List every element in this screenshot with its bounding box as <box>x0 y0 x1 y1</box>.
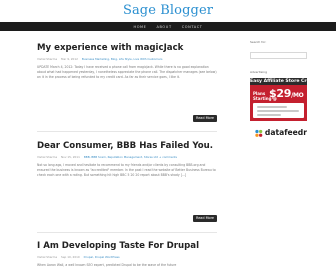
post-title[interactable]: My experience with magicJack <box>37 43 217 54</box>
post-meta: Vishal Sharma Nov 15, 2011 BBB, BBB Scam… <box>37 155 217 159</box>
datafeedr-logo-icon <box>255 129 263 137</box>
site-title[interactable]: Sage Blogger <box>0 0 336 22</box>
post-title[interactable]: I Am Developing Taste For Drupal <box>37 241 217 252</box>
sidebar: Search for: Advertising Easy Affiliate S… <box>250 40 307 146</box>
post-meta: Vishal Sharma Mar 9, 2012 Business Marke… <box>37 57 217 61</box>
site-header: Sage Blogger <box>0 0 336 22</box>
post-categories[interactable]: BBB, BBB Scam, Reputation Management, St… <box>84 155 177 159</box>
ad-banner[interactable]: Easy Affiliate Store Creation! Plans Sta… <box>250 78 307 146</box>
post-item: Dear Consumer, BBB Has Failed You. Visha… <box>37 141 217 178</box>
advertising-label: Advertising <box>250 70 267 74</box>
nav-item-contact[interactable]: CONTACT <box>182 25 203 29</box>
post-date: Mar 9, 2012 <box>61 57 78 61</box>
main-navigation: HOME ABOUT CONTACT <box>0 22 336 31</box>
read-more-button[interactable]: Read More <box>193 215 217 222</box>
post-divider <box>37 232 217 233</box>
post-excerpt: Not so long ago, I moved and hesitate to… <box>37 163 216 177</box>
ad-price: $29/MO <box>269 87 304 102</box>
ad-brand: datafeedr <box>264 128 307 137</box>
post-author[interactable]: Vishal Sharma <box>37 57 57 61</box>
search-input[interactable] <box>250 52 307 59</box>
ad-price-suffix: /MO <box>291 92 304 99</box>
post-excerpt: UPDATE March 4, 2012: Today I have recei… <box>37 65 217 79</box>
read-more-button[interactable]: Read More <box>193 115 217 122</box>
ad-price-amount: $29 <box>269 87 292 100</box>
post-date: Nov 15, 2011 <box>61 155 80 159</box>
post-excerpt: When Aaron Wall, a well known SEO expert… <box>37 263 177 267</box>
post-divider <box>37 131 217 132</box>
ad-screenshot-preview <box>253 103 304 118</box>
nav-item-home[interactable]: HOME <box>133 25 146 29</box>
search-label: Search for: <box>250 40 267 44</box>
post-date: Sep 10, 2010 <box>61 255 80 259</box>
post-item: My experience with magicJack Vishal Shar… <box>37 43 217 80</box>
post-categories[interactable]: Business Marketing, Blog, Life Style, Li… <box>82 57 163 61</box>
ad-logo: datafeedr <box>250 123 307 143</box>
ad-headline: Easy Affiliate Store Creation! <box>250 78 307 85</box>
post-author[interactable]: Vishal Sharma <box>37 255 57 259</box>
post-categories[interactable]: Drupal, Drupal WordPress <box>84 255 120 259</box>
post-meta: Vishal Sharma Sep 10, 2010 Drupal, Drupa… <box>37 255 217 259</box>
post-item: I Am Developing Taste For Drupal Vishal … <box>37 241 217 268</box>
nav-item-about[interactable]: ABOUT <box>157 25 172 29</box>
post-title[interactable]: Dear Consumer, BBB Has Failed You. <box>37 141 217 152</box>
post-author[interactable]: Vishal Sharma <box>37 155 57 159</box>
